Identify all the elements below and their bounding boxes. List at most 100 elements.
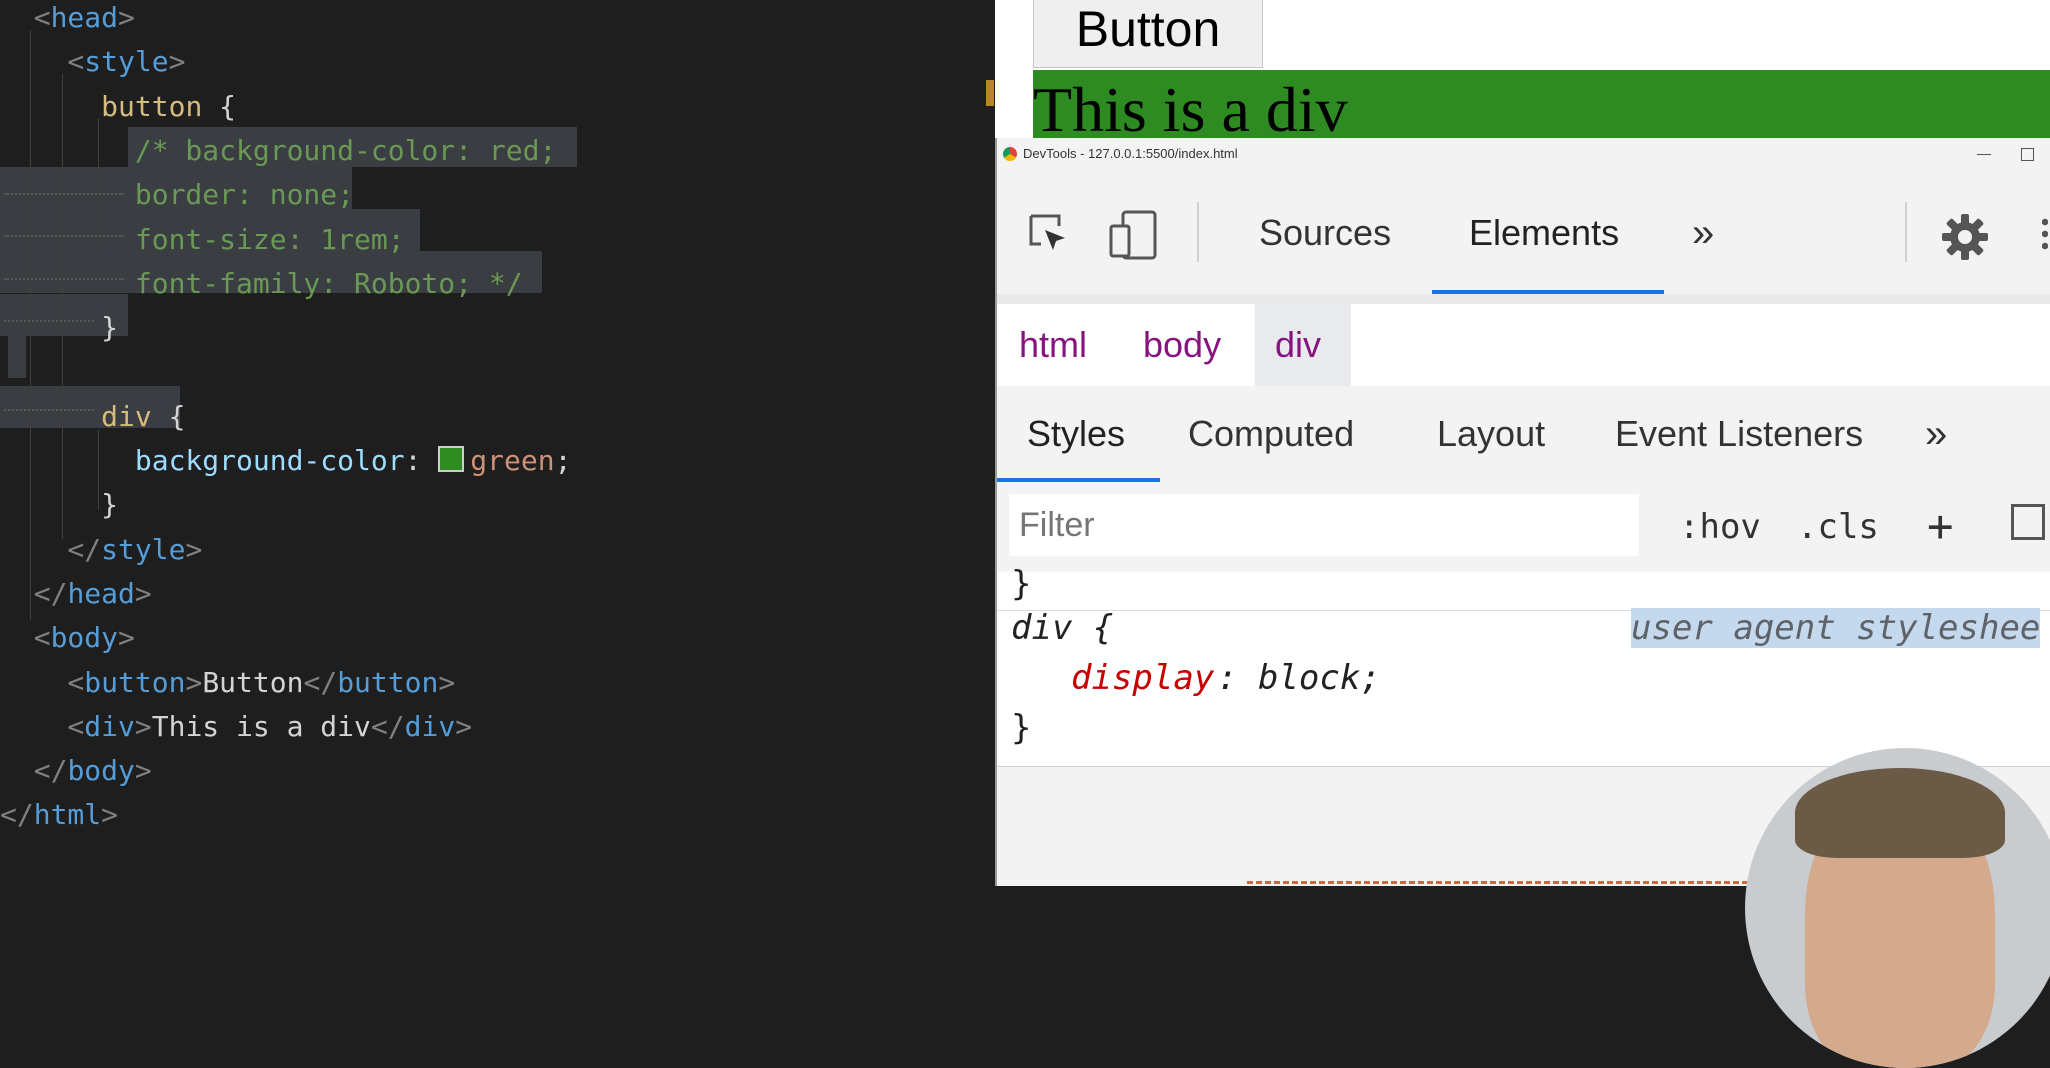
more-subtabs-icon[interactable]: » [1925,386,1947,482]
subtab-computed[interactable]: Computed [1188,386,1354,482]
code-line[interactable]: background-color: green; [0,439,572,483]
code-token: < [0,709,85,743]
cls-toggle[interactable]: .cls [1797,482,1879,572]
code-line[interactable]: <div>This is a div</div> [0,705,472,749]
code-token: > [134,576,152,610]
code-token: border: none; [0,178,355,212]
code-token: < [0,45,85,79]
code-token: : [404,444,439,477]
code-line[interactable]: <style> [0,40,185,84]
code-token: green [470,444,555,477]
code-token: This is a div [151,709,371,743]
code-line[interactable]: div { [0,395,185,439]
toolbar-shadow [997,294,2050,304]
presenter-hair [1795,768,2005,858]
code-token: background-color [134,444,405,477]
code-line[interactable]: font-family: Roboto; */ [0,262,523,306]
code-token: } [0,311,119,345]
code-token: html [33,798,102,832]
device-toolbar-icon[interactable] [1109,210,1159,260]
code-token: < [0,665,85,699]
preview-button[interactable]: Button [1033,0,1263,68]
code-line[interactable]: <button>Button</button> [0,661,455,705]
code-line[interactable]: border: none; [0,173,354,217]
code-line[interactable]: </html> [0,793,118,837]
subtab-event-listeners[interactable]: Event Listeners [1615,386,1863,482]
code-token: button [101,89,203,123]
minimize-icon[interactable] [1977,154,1991,155]
toolbar-divider [1905,202,1907,262]
rule-selector[interactable]: div { [1011,608,1113,648]
code-line[interactable]: </head> [0,572,152,616]
tab-elements[interactable]: Elements [1469,172,1619,294]
code-line[interactable]: <head> [0,0,135,40]
breadcrumb-body[interactable]: body [1143,304,1221,386]
code-token: /* background-color: red; [0,133,557,167]
code-line[interactable]: button { [0,85,236,129]
new-rule-button[interactable]: + [1927,482,1954,572]
breadcrumb-html[interactable]: html [1019,304,1087,386]
css-value-display[interactable]: : block; [1217,658,1381,698]
code-token: style [84,45,169,79]
subtab-styles[interactable]: Styles [1027,386,1125,482]
sidebar-toggle-icon[interactable] [2011,504,2045,540]
code-token: font-family: Roboto; */ [0,266,523,300]
css-property-display[interactable]: display [1071,658,1214,698]
css-value[interactable]: block; [1237,658,1381,698]
breadcrumb-div[interactable]: div [1275,304,1321,386]
code-editor[interactable]: <head> <style> button { /* background-co… [0,0,995,886]
inspect-element-icon[interactable] [1027,212,1071,256]
code-line[interactable]: } [0,483,118,527]
code-token: button [84,665,186,699]
prev-rule-close: } [1011,564,1032,604]
hov-toggle[interactable]: :hov [1679,482,1761,572]
code-token: font-size: 1rem; [0,222,405,256]
code-token: div [84,709,135,743]
devtools-toolbar: Sources Elements » [997,172,2050,295]
styles-subtabs: Styles Computed Layout Event Listeners » [997,386,2050,483]
gear-icon[interactable] [1940,212,1990,262]
code-token: </ [0,754,68,788]
code-token: > [168,45,186,79]
styles-filter-bar: :hov .cls + [997,482,2050,573]
kebab-menu-icon[interactable] [2042,216,2048,252]
code-line[interactable]: <body> [0,616,135,660]
rule-source-link: user agent styleshee [1631,608,2041,648]
code-token: style [101,532,186,566]
maximize-icon[interactable] [2021,148,2034,161]
code-token: > [185,665,203,699]
code-line[interactable]: /* background-color: red; [0,129,556,173]
preview-div: This is a div [1033,70,2050,140]
code-token: div [101,399,152,433]
code-line[interactable]: </body> [0,749,152,793]
code-token: </ [0,532,102,566]
code-token: > [185,532,203,566]
code-token: </ [0,798,34,832]
devtools-window-title: DevTools - 127.0.0.1:5500/index.html [1023,146,1238,161]
code-line[interactable]: font-size: 1rem; [0,218,405,262]
code-token: </ [0,576,68,610]
code-token: > [118,1,135,34]
code-line[interactable]: </style> [0,528,202,572]
code-token: < [0,621,51,655]
filter-input[interactable] [1009,494,1639,556]
code-token: > [134,754,152,788]
code-token: > [101,798,119,832]
toolbar-divider [1197,202,1199,262]
code-token: { [151,399,186,433]
code-token: div [404,709,456,743]
browser-preview: Button This is a div [995,0,2050,140]
code-token: Button [202,665,304,699]
code-token: head [67,576,135,610]
code-token: < [0,1,51,34]
code-token: head [50,1,119,34]
code-line[interactable]: } [0,306,118,350]
webcam-overlay [1745,748,2050,1068]
tab-sources[interactable]: Sources [1259,172,1391,294]
subtab-layout[interactable]: Layout [1437,386,1545,482]
code-token: { [202,89,237,123]
more-tabs-icon[interactable]: » [1692,172,1714,294]
gutter-marker [986,80,994,106]
